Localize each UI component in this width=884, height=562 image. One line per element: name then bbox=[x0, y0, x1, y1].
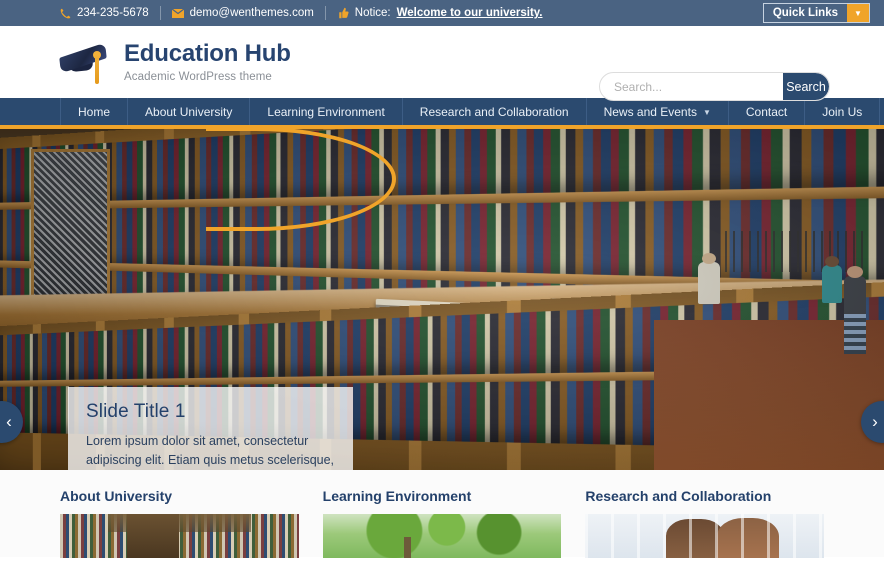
site-title[interactable]: Education Hub bbox=[124, 40, 291, 67]
nav-item-label: Contact bbox=[745, 104, 788, 119]
divider bbox=[159, 6, 161, 20]
top-info-bar: 234-235-5678 demo@wenthemes.com Notice: … bbox=[0, 0, 884, 26]
notice-link[interactable]: Welcome to our university. bbox=[397, 7, 543, 19]
quick-links-button[interactable]: Quick Links ▼ bbox=[762, 3, 870, 23]
thumbs-up-icon bbox=[337, 7, 349, 19]
feature-column[interactable]: Research and Collaboration bbox=[585, 488, 825, 558]
nav-item-learning-environment[interactable]: Learning Environment bbox=[249, 98, 401, 125]
phone-info: 234-235-5678 bbox=[60, 7, 149, 19]
chevron-down-icon[interactable]: ▼ bbox=[847, 4, 869, 22]
chevron-left-icon: ‹ bbox=[6, 412, 12, 431]
nav-item-about-university[interactable]: About University bbox=[127, 98, 249, 125]
hero-slider[interactable]: Slide Title 1 Lorem ipsum dolor sit amet… bbox=[0, 129, 884, 470]
nav-item-label: Home bbox=[78, 104, 111, 119]
feature-title[interactable]: About University bbox=[60, 488, 299, 504]
envelope-icon bbox=[171, 8, 184, 19]
primary-navigation[interactable]: Home About University Learning Environme… bbox=[0, 98, 884, 129]
nav-item-label: Learning Environment bbox=[267, 104, 385, 119]
phone-number: 234-235-5678 bbox=[77, 7, 149, 19]
nav-item-contact[interactable]: Contact bbox=[727, 98, 804, 125]
site-header: Education Hub Academic WordPress theme S… bbox=[0, 26, 884, 101]
divider bbox=[324, 6, 326, 20]
slide-caption: Slide Title 1 Lorem ipsum dolor sit amet… bbox=[68, 387, 353, 470]
slide-title: Slide Title 1 bbox=[86, 401, 186, 422]
nav-item-label: About University bbox=[145, 104, 233, 119]
email-info[interactable]: demo@wenthemes.com bbox=[171, 7, 314, 19]
search-form[interactable]: Search bbox=[599, 72, 830, 101]
students-collaborating-thumbnail[interactable] bbox=[585, 514, 825, 558]
search-button[interactable]: Search bbox=[783, 73, 829, 100]
nav-item-label: Join Us bbox=[822, 104, 863, 119]
site-description: Academic WordPress theme bbox=[124, 70, 272, 83]
feature-column[interactable]: About University bbox=[60, 488, 299, 558]
feature-column[interactable]: Learning Environment bbox=[322, 488, 562, 558]
nav-item-news-and-events[interactable]: News and Events ▼ bbox=[585, 98, 728, 125]
site-branding[interactable]: Education Hub Academic WordPress theme bbox=[59, 40, 291, 84]
graduation-cap-icon bbox=[59, 40, 112, 84]
feature-title[interactable]: Research and Collaboration bbox=[585, 488, 824, 504]
nav-item-join-us[interactable]: Join Us bbox=[804, 98, 881, 125]
nav-item-research-and-collaboration[interactable]: Research and Collaboration bbox=[401, 98, 586, 125]
chevron-down-icon[interactable]: ▼ bbox=[703, 108, 711, 117]
feature-title[interactable]: Learning Environment bbox=[323, 488, 562, 504]
brand-text: Education Hub Academic WordPress theme bbox=[124, 40, 291, 83]
slide-description: Lorem ipsum dolor sit amet, consectetur … bbox=[86, 434, 335, 468]
feature-columns: About University Learning Environment Re… bbox=[0, 470, 884, 558]
chevron-right-icon: › bbox=[872, 412, 878, 431]
search-input[interactable] bbox=[600, 73, 783, 100]
nav-item-home[interactable]: Home bbox=[60, 98, 127, 125]
campus-park-thumbnail[interactable] bbox=[322, 514, 562, 558]
phone-icon bbox=[60, 8, 71, 19]
nav-item-label: News and Events bbox=[603, 104, 697, 119]
quick-links-label: Quick Links bbox=[772, 7, 838, 19]
nav-item-label: Research and Collaboration bbox=[419, 104, 569, 119]
notice-info: Notice: Welcome to our university. bbox=[337, 7, 543, 19]
notice-label: Notice: bbox=[354, 7, 391, 19]
library-shelves-thumbnail[interactable] bbox=[60, 514, 299, 558]
email-address[interactable]: demo@wenthemes.com bbox=[190, 7, 314, 19]
